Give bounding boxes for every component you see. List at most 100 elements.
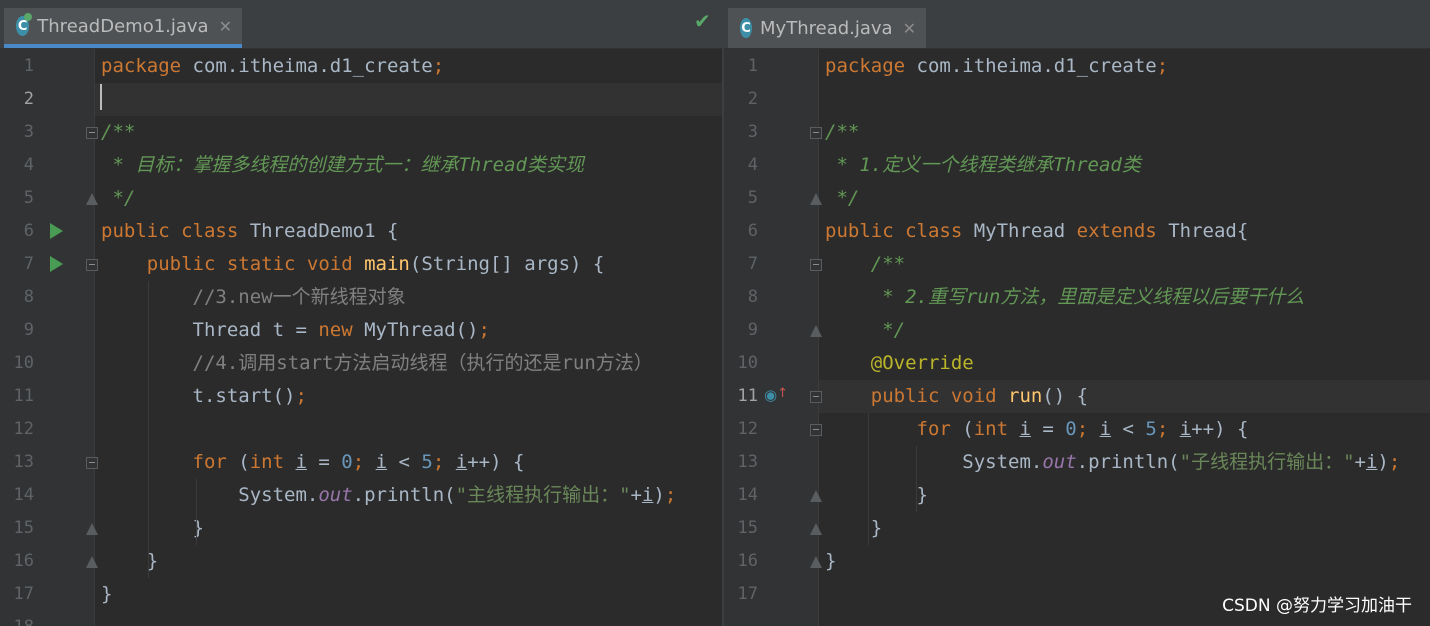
close-icon[interactable]: ✕ [219,17,232,36]
line-number: 6 [23,221,34,241]
line-number: 7 [747,254,758,274]
code-text: } [101,550,159,572]
fold-collapse-icon[interactable] [86,457,98,469]
code-line[interactable] [0,611,722,626]
code-text: /** [825,121,860,143]
overrides-method-icon[interactable]: ◉↑ [764,386,788,404]
line-number: 5 [23,188,34,208]
code-text: t.start(); [101,385,307,407]
code-text: * 1.定义一个线程类继承Thread类 [825,154,1141,176]
code-text: for (int i = 0; i < 5; i++) { [192,451,525,473]
fold-collapse-icon[interactable] [810,259,822,271]
java-class-icon: C [740,18,753,38]
fold-end-icon[interactable] [810,523,822,535]
fold-end-icon[interactable] [810,193,822,205]
left-editor-pane: C ThreadDemo1.java ✕ 1 package com.itheim… [0,0,722,626]
code-text: * 目标：掌握多线程的创建方式一：继承Thread类实现 [101,154,584,176]
fold-collapse-icon[interactable] [810,424,822,436]
code-text: //4.调用start方法启动线程（执行的还是run方法） [101,352,653,374]
line-number: 10 [737,353,758,373]
line-number: 1 [23,56,34,76]
right-tab-bar: C MyThread.java ✕ [724,0,1430,49]
fold-end-icon[interactable] [810,490,822,502]
line-number: 9 [747,320,758,340]
code-text: } [101,583,113,605]
line-number: 7 [23,254,34,274]
code-text: public void run() { [825,385,1089,407]
tab-title: MyThread.java [760,17,893,39]
code-text: */ [825,187,860,209]
text-cursor [100,84,102,110]
left-code-editor[interactable]: 1 package com.itheima.d1_create; 2 3 /** 4 * … [0,49,722,626]
line-number: 12 [737,419,758,439]
line-number: 13 [13,452,34,472]
fold-collapse-icon[interactable] [810,127,822,139]
line-number: 14 [737,485,758,505]
fold-collapse-icon[interactable] [810,391,822,403]
fold-end-icon[interactable] [810,556,822,568]
code-text: } [825,484,928,506]
line-number: 16 [13,551,34,571]
code-text: for (int i = 0; i < 5; i++) { [916,418,1249,440]
line-number: 8 [747,287,758,307]
line-number: 3 [23,122,34,142]
fold-end-icon[interactable] [810,325,822,337]
code-text: //3.new一个新线程对象 [101,286,406,308]
code-text: * 2.重写run方法，里面是定义线程以后要干什么 [825,286,1305,308]
fold-end-icon[interactable] [86,556,98,568]
left-tab-bar: C ThreadDemo1.java ✕ [0,0,722,49]
line-number: 4 [23,155,34,175]
fold-collapse-icon[interactable] [86,127,98,139]
line-number: 2 [747,89,758,109]
code-text: /** [825,253,906,275]
line-number: 16 [737,551,758,571]
java-class-icon: C [16,13,33,36]
code-text: @Override [825,352,974,374]
tab-mythread[interactable]: C MyThread.java ✕ [728,8,926,48]
run-gutter-icon[interactable] [50,256,63,272]
code-text: public class ThreadDemo1 { [101,220,399,242]
fold-end-icon[interactable] [86,523,98,535]
line-number: 12 [13,419,34,439]
line-number: 5 [747,188,758,208]
line-number: 1 [747,56,758,76]
line-number: 17 [13,584,34,604]
line-number: 15 [737,518,758,538]
line-number: 2 [23,89,34,109]
fold-end-icon[interactable] [86,193,98,205]
line-number: 13 [737,452,758,472]
line-number: 3 [747,122,758,142]
line-number: 15 [13,518,34,538]
tab-title: ThreadDemo1.java [37,15,209,37]
code-text: System.out.println("主线程执行输出："+i); [101,484,677,506]
line-number: 8 [23,287,34,307]
code-text: package com.itheima.d1_create; [101,55,445,77]
line-number: 9 [23,320,34,340]
tab-threaddemo1[interactable]: C ThreadDemo1.java ✕ [4,8,242,48]
code-line[interactable] [724,83,1430,116]
close-icon[interactable]: ✕ [903,19,916,38]
line-number: 11 [737,386,758,406]
code-text: public static void main(String[] args) { [101,253,605,275]
line-number: 11 [13,386,34,406]
inspection-ok-icon[interactable]: ✔ [694,9,711,33]
code-text: public class MyThread extends Thread{ [825,220,1249,242]
code-line[interactable] [95,83,722,116]
line-number: 17 [737,584,758,604]
fold-collapse-icon[interactable] [86,259,98,271]
code-text: */ [825,319,906,341]
run-gutter-icon[interactable] [50,223,63,239]
line-number: 18 [0,611,34,626]
code-text: System.out.println("子线程执行输出："+i); [825,451,1401,473]
code-line[interactable] [0,413,722,446]
code-text: /** [101,121,136,143]
line-number: 14 [13,485,34,505]
watermark: CSDN @努力学习加油干 [1222,596,1412,616]
code-text: } [825,550,837,572]
code-text: Thread t = new MyThread(); [101,319,490,341]
code-text: package com.itheima.d1_create; [825,55,1169,77]
code-text: } [101,517,204,539]
line-number: 10 [13,353,34,373]
right-code-editor[interactable]: 1 package com.itheima.d1_create; 2 3 /** 4 * … [724,49,1430,626]
line-number: 6 [747,221,758,241]
